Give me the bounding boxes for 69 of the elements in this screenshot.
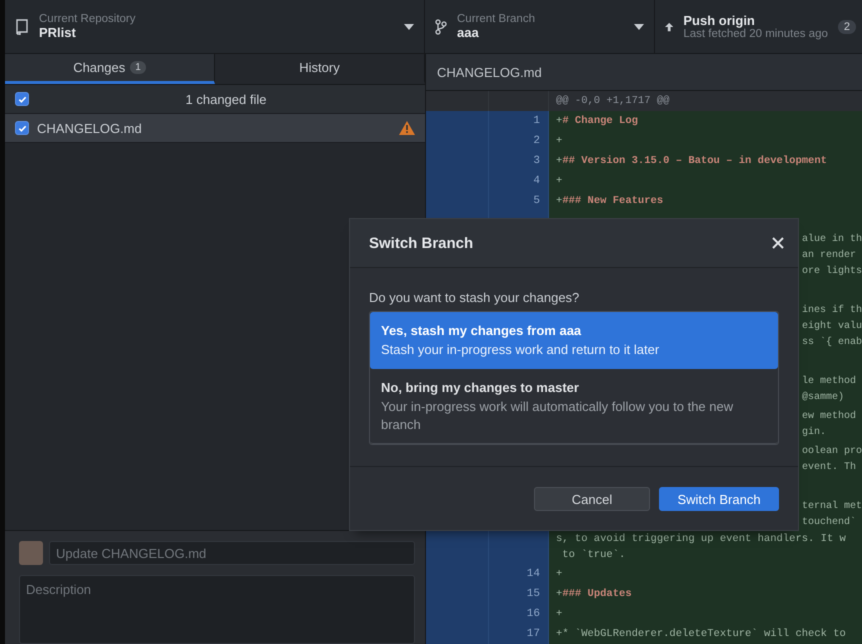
code-line: alue in th xyxy=(802,232,862,248)
cancel-button[interactable]: Cancel xyxy=(534,487,650,511)
avatar-placeholder xyxy=(19,541,43,565)
option-item[interactable]: Yes, stash my changes from aaa Stash your in-progress work and return to it later xyxy=(370,312,778,369)
code-line: +### Updates xyxy=(556,588,632,600)
dialog-question: Do you want to stash your changes? xyxy=(369,290,580,305)
caret-icon xyxy=(404,24,414,30)
gutter-cell xyxy=(426,111,489,131)
description-field[interactable]: Description xyxy=(19,575,415,644)
code-line: +### New Features xyxy=(556,195,664,207)
code-line: + xyxy=(556,608,562,620)
checkbox[interactable] xyxy=(15,121,29,135)
dialog-title: Switch Branch xyxy=(369,234,474,252)
count-badge: 2 xyxy=(838,20,856,34)
code-line: le method xyxy=(802,374,856,389)
file-row[interactable]: CHANGELOG.md xyxy=(5,114,425,143)
code-line: ternal met xyxy=(802,500,862,514)
code-line: +* `WebGLRenderer.deleteTexture` will check to xyxy=(556,628,846,640)
code-line: + xyxy=(556,568,562,580)
option-item[interactable]: No, bring my changes to master Your in-progress work will automatically follow you to the new branch xyxy=(370,369,778,444)
repository-icon xyxy=(15,18,29,34)
line-number: 3 xyxy=(489,151,549,171)
code-line: s, to avoid triggering up event handlers. It w xyxy=(556,532,846,547)
close-button[interactable] xyxy=(770,235,786,251)
code-line: eight valu xyxy=(802,320,862,334)
code-line: event. Th xyxy=(802,460,856,476)
last-fetched-text: Last fetched 20 minutes ago xyxy=(683,28,828,40)
code-line: gin. xyxy=(802,426,826,440)
code-line: ines if th xyxy=(802,304,862,318)
arrow-up-icon xyxy=(665,20,674,32)
branch-icon xyxy=(435,18,447,34)
checkmark-icon xyxy=(18,124,26,132)
repository-label: Current Repository xyxy=(39,13,136,25)
summary-field[interactable]: Update CHANGELOG.md xyxy=(49,541,415,565)
code-line: oolean pro xyxy=(802,444,862,460)
count-badge: 1 xyxy=(130,61,146,74)
line-number: 4 xyxy=(489,171,549,191)
line-number: 1 xyxy=(489,111,549,131)
code-line: +## Version 3.15.0 – Batou – in development xyxy=(556,155,827,167)
line-number: 17 xyxy=(489,624,549,644)
file-name: CHANGELOG.md xyxy=(37,120,143,136)
code-line: ew method xyxy=(802,410,856,424)
branch-name[interactable]: aaa xyxy=(457,25,479,40)
line-number: 2 xyxy=(489,131,549,151)
code-line: an render xyxy=(802,248,856,264)
push-title[interactable]: Push origin xyxy=(683,13,755,28)
line-number: 5 xyxy=(489,191,549,211)
code-line: + xyxy=(556,135,562,147)
line-number: 14 xyxy=(489,564,549,584)
code-line: @samme) xyxy=(802,390,844,405)
hunk-header: @@ -0,0 +1,1717 @@ xyxy=(549,91,862,111)
line-number: 15 xyxy=(489,584,549,604)
code-line: ss `{ enab xyxy=(802,336,862,350)
code-line: ore lights xyxy=(802,264,862,280)
caret-icon xyxy=(634,24,644,30)
tab[interactable]: Changes 1 xyxy=(5,54,215,84)
checkmark-icon xyxy=(18,94,26,104)
repository-name[interactable]: PRlist xyxy=(39,25,76,40)
checkbox[interactable] xyxy=(15,92,29,106)
switch-branch-button[interactable]: Switch Branch xyxy=(659,487,779,511)
changed-files-count: 1 changed file xyxy=(184,92,268,106)
branch-label: Current Branch xyxy=(457,13,535,25)
gutter-cell xyxy=(426,624,489,644)
line-number: 16 xyxy=(489,604,549,624)
code-line: touchend` xyxy=(802,516,856,530)
code-line: to `true`. xyxy=(561,548,626,563)
code-line: +# Change Log xyxy=(556,115,638,127)
file-title: CHANGELOG.md xyxy=(437,64,542,80)
code-line: + xyxy=(556,175,562,187)
